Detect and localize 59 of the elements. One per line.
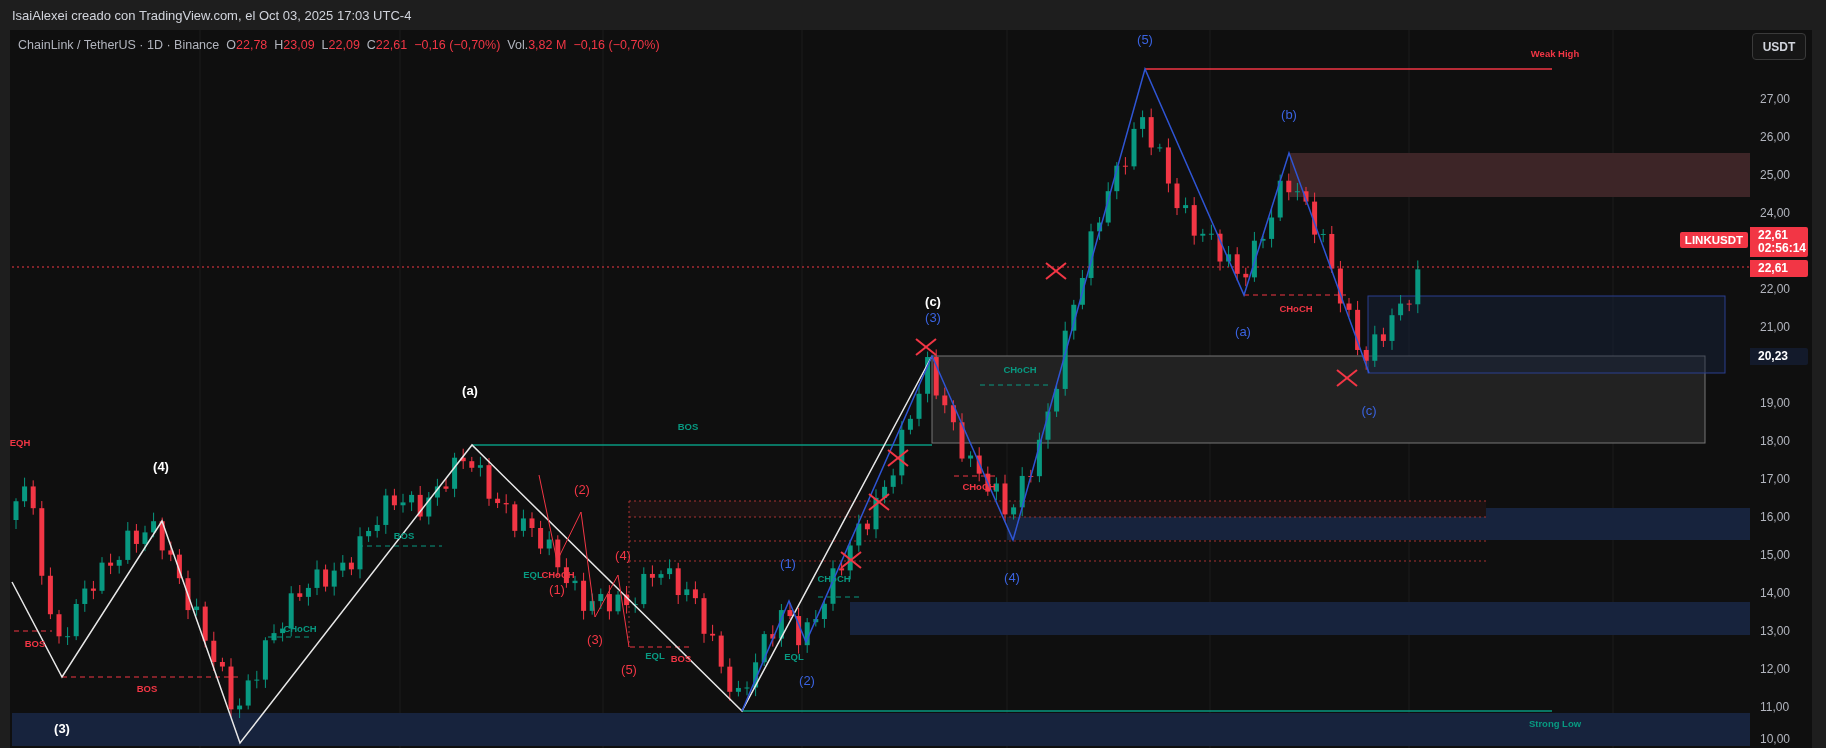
wave-label: (1)	[780, 556, 796, 571]
ohlc-value: L22,09	[321, 38, 360, 52]
price-tick: 15,00	[1760, 548, 1791, 562]
change-value: −0,16 (−0,70%)	[414, 38, 501, 52]
wave-label: (1)	[549, 582, 565, 597]
marker-price-label: 20,23	[1750, 348, 1808, 365]
structure-label: EQL	[784, 651, 804, 662]
wave-label: (a)	[1235, 324, 1251, 339]
wave-label: (4)	[1004, 570, 1020, 585]
price-tick: 22,00	[1760, 282, 1791, 296]
wave-label: (5)	[1137, 32, 1153, 47]
wave-label: (3)	[54, 721, 70, 736]
price-tick: 25,00	[1760, 168, 1791, 182]
price-tick: 10,00	[1760, 732, 1791, 746]
structure-label: Strong Low	[1528, 718, 1582, 729]
price-tick: 14,00	[1760, 586, 1791, 600]
ohlc-value: C22,61	[366, 38, 408, 52]
structure-label: BOS	[24, 638, 46, 649]
symbol-title: ChainLink / TetherUS · 1D · Binance	[18, 38, 220, 52]
price-tick: 26,00	[1760, 130, 1791, 144]
price-tick: 16,00	[1760, 510, 1791, 524]
price-tick: 24,00	[1760, 206, 1791, 220]
structure-label: BOS	[136, 683, 158, 694]
wave-label: (c)	[1361, 403, 1377, 418]
price-tick: 19,00	[1760, 396, 1791, 410]
price-tick: 11,00	[1760, 700, 1790, 714]
price-tick: 27,00	[1760, 92, 1791, 106]
wave-label: (4)	[153, 459, 169, 474]
currency-button[interactable]: USDT	[1752, 33, 1806, 60]
price-tick: 21,00	[1760, 320, 1791, 334]
wave-label: (c)	[925, 294, 941, 309]
structure-label: BOS	[677, 421, 699, 432]
wave-label: (5)	[621, 662, 637, 677]
structure-label: EQL	[645, 650, 665, 661]
symbol-badge: LINKUSDT	[1679, 232, 1748, 248]
volume-value: Vol.3,82 M	[507, 38, 567, 52]
structure-label: Weak High	[1530, 48, 1580, 59]
wave-label: (3)	[925, 310, 941, 325]
change-value: −0,16 (−0,70%)	[573, 38, 660, 52]
wave-label: (2)	[574, 482, 590, 497]
structure-label: BOS	[670, 653, 692, 664]
ohlc-value: O22,78	[226, 38, 268, 52]
structure-label: CHoCH	[1279, 303, 1313, 314]
structure-label: EQH	[10, 437, 31, 448]
structure-label: CHoCH	[1003, 364, 1037, 375]
ohlc-value: H23,09	[274, 38, 315, 52]
price-tick: 13,00	[1760, 624, 1791, 638]
wave-label: (3)	[587, 632, 603, 647]
wave-label: (b)	[1281, 107, 1297, 122]
last-price-label: 22,61 02:56:14	[1750, 227, 1808, 257]
wave-label: (4)	[615, 548, 631, 563]
chart-caption: IsaiAlexei creado con TradingView.com, el Oct 03, 2025 17:03 UTC-4	[12, 7, 412, 23]
price-tick: 12,00	[1760, 662, 1791, 676]
wave-label: (a)	[462, 383, 478, 398]
wave-label: (2)	[799, 673, 815, 688]
structure-label: EQL	[523, 569, 543, 580]
close-price-label: 22,61	[1750, 260, 1808, 277]
price-tick: 18,00	[1760, 434, 1791, 448]
price-tick: 17,00	[1760, 472, 1791, 486]
